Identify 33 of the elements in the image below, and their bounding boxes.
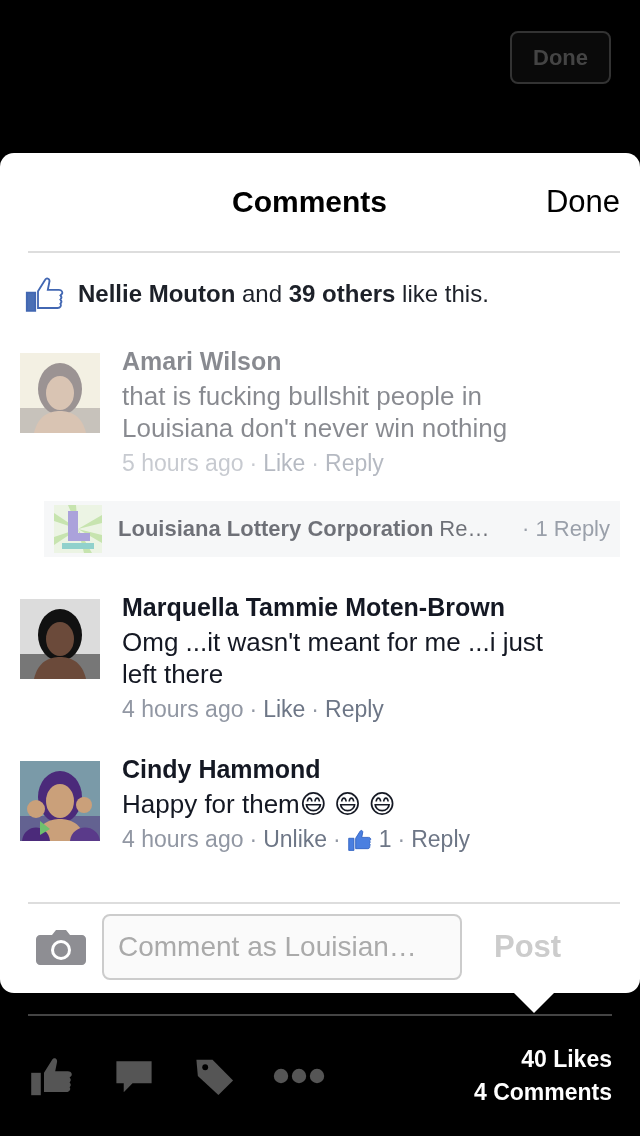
- sheet-title: Comments: [232, 185, 388, 219]
- commenter-name[interactable]: Marquella Tammie Moten-Brown: [122, 593, 567, 626]
- reply-count[interactable]: 1 Reply: [535, 516, 610, 542]
- separator: ·: [311, 696, 320, 723]
- like-link[interactable]: Unlike: [263, 826, 328, 853]
- timestamp: 4 hours ago: [122, 826, 244, 853]
- reply-snippet: Re…: [439, 516, 490, 542]
- done-button[interactable]: Done: [545, 184, 620, 220]
- separator: ·: [397, 826, 406, 853]
- reply-preview[interactable]: Louisiana Lottery Corporation Re… · 1 Reply: [44, 501, 620, 557]
- camera-icon: [36, 929, 86, 965]
- commenter-name[interactable]: Amari Wilson: [122, 347, 567, 380]
- reply-link[interactable]: Reply: [411, 826, 471, 853]
- separator: ·: [522, 516, 530, 542]
- separator: ·: [249, 826, 258, 853]
- reply-author: Louisiana Lottery Corporation: [118, 516, 434, 542]
- comment-text: Happy for them😄 😄 😄: [122, 788, 397, 820]
- separator: ·: [311, 450, 320, 477]
- comment-text: Omg ...it wasn't meant for me ...i just left there: [122, 626, 545, 690]
- like-link[interactable]: Like: [263, 696, 306, 723]
- separator: ·: [249, 696, 258, 723]
- like-count: 1: [378, 826, 392, 853]
- separator: ·: [333, 826, 341, 853]
- commenter-name[interactable]: Cindy Hammond: [122, 755, 471, 788]
- likes-summary[interactable]: Nellie Mouton and 39 others like this.: [78, 280, 489, 308]
- comments-count[interactable]: 4 Comments: [473, 1079, 612, 1106]
- reply-link[interactable]: Reply: [325, 696, 384, 723]
- separator: ·: [249, 450, 258, 477]
- comment-text: that is fucking bullshit people in Louisiana don't never win nothing: [122, 380, 509, 444]
- likes-count[interactable]: 40 Likes: [521, 1046, 612, 1073]
- timestamp: 4 hours ago: [122, 696, 244, 723]
- more-icon: [272, 1067, 326, 1085]
- timestamp: 5 hours ago: [122, 450, 244, 477]
